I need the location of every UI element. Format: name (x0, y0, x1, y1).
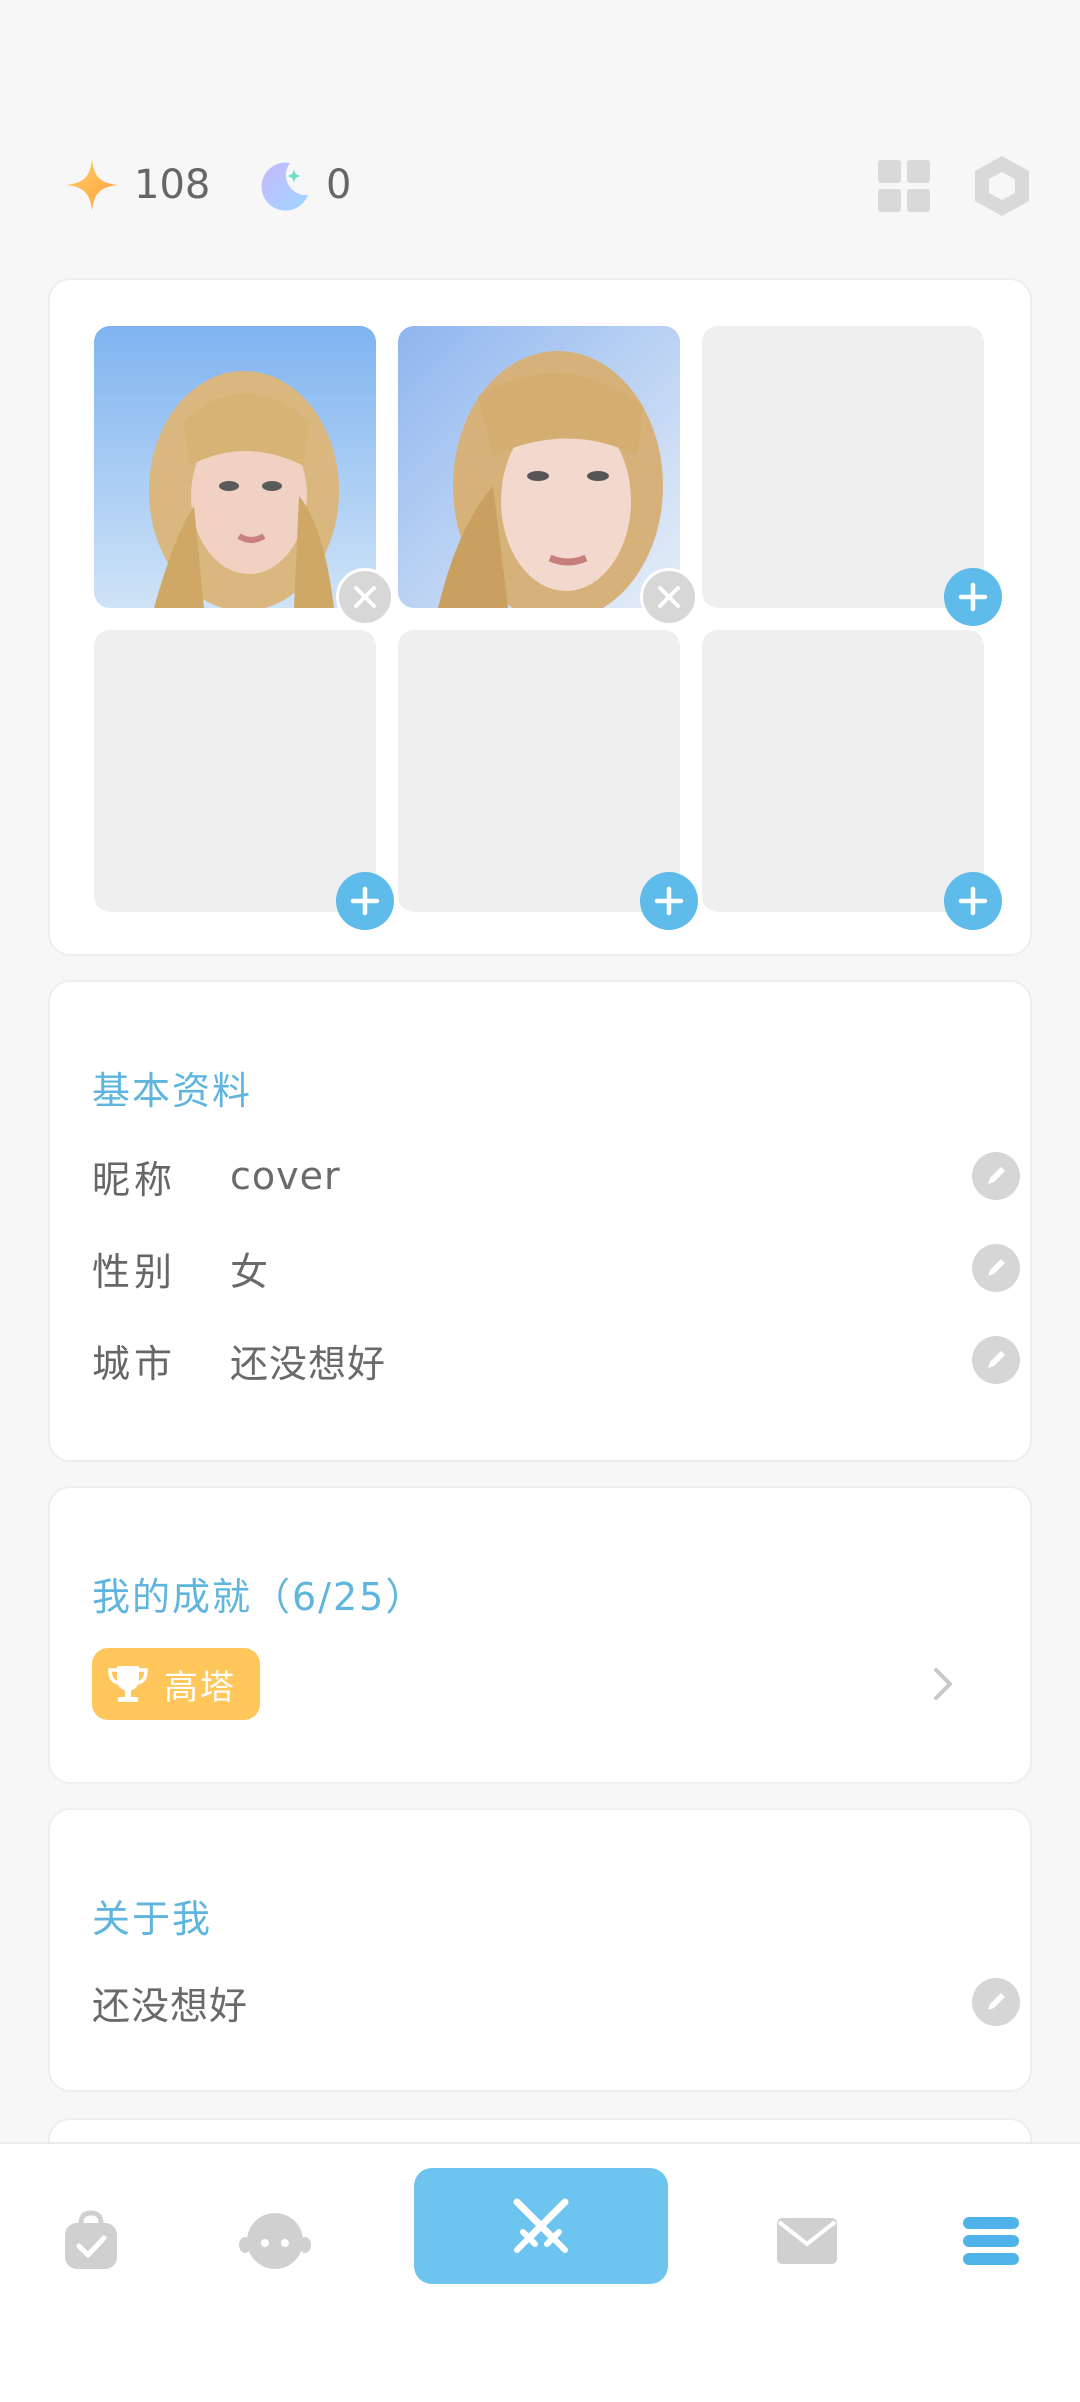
mail-icon (777, 2218, 837, 2264)
bottom-navigation (0, 2142, 1080, 2402)
pencil-icon (988, 1993, 1005, 2010)
photo-slot-1[interactable] (94, 326, 394, 626)
photo-slot-2[interactable] (398, 326, 698, 626)
remove-photo-button[interactable] (336, 568, 394, 626)
info-row-city[interactable]: 城市 还没想好 (92, 1330, 1020, 1390)
edit-button[interactable] (972, 1244, 1020, 1292)
close-icon (658, 586, 680, 608)
info-value: cover (230, 1154, 341, 1198)
info-value: 还没想好 (230, 1341, 387, 1386)
info-row-gender[interactable]: 性别 女 (92, 1238, 1020, 1298)
add-photo-button[interactable] (640, 872, 698, 930)
photo-slot-3[interactable] (702, 326, 1002, 626)
edit-button[interactable] (972, 1978, 1020, 2026)
close-icon (354, 586, 376, 608)
about-title: 关于我 (92, 1897, 213, 1941)
about-text: 还没想好 (92, 1983, 249, 2028)
nav-item-bag[interactable] (46, 2196, 136, 2286)
info-label: 城市 (92, 1341, 177, 1386)
achievement-badge-label: 高塔 (164, 1667, 236, 1708)
achievements-card[interactable] (48, 1486, 1032, 1784)
remove-photo-button[interactable] (640, 568, 698, 626)
moons-stat[interactable]: 0 (256, 140, 351, 230)
stars-count: 108 (134, 162, 211, 208)
edit-button[interactable] (972, 1336, 1020, 1384)
pencil-icon (988, 1167, 1005, 1184)
chevron-right-icon[interactable] (928, 1664, 956, 1704)
top-bar: 108 0 (0, 140, 1080, 230)
nav-item-mail[interactable] (762, 2196, 852, 2286)
nav-item-battle[interactable] (414, 2168, 668, 2284)
photo-slot-4[interactable] (94, 630, 394, 930)
pencil-icon (988, 1259, 1005, 1276)
plus-icon (654, 886, 684, 916)
plus-icon (350, 886, 380, 916)
nav-item-menu[interactable] (946, 2196, 1036, 2286)
moon-icon (261, 162, 308, 211)
add-photo-button[interactable] (336, 872, 394, 930)
bag-check-icon (65, 2210, 117, 2269)
photo-slot-6[interactable] (702, 630, 1002, 930)
face-icon (239, 2213, 311, 2269)
profile-photo-1 (94, 326, 376, 608)
add-photo-button[interactable] (944, 568, 1002, 626)
photo-grid-card (48, 278, 1032, 956)
basic-info-title: 基本资料 (92, 1069, 253, 1113)
photo-slot-5[interactable] (398, 630, 698, 930)
plus-icon (958, 582, 988, 612)
info-label: 昵称 (92, 1157, 177, 1202)
crossed-swords-icon (513, 2198, 569, 2253)
add-photo-button[interactable] (944, 872, 1002, 930)
hexagon-settings-icon[interactable] (972, 154, 1032, 218)
edit-button[interactable] (972, 1152, 1020, 1200)
star-icon (66, 159, 118, 211)
nav-item-face[interactable] (230, 2196, 320, 2286)
info-row-nickname[interactable]: 昵称 cover (92, 1146, 1020, 1206)
plus-icon (958, 886, 988, 916)
about-card (48, 1808, 1032, 2092)
profile-photo-2 (398, 326, 680, 608)
moons-count: 0 (326, 162, 352, 208)
achievements-title: 我的成就（6/25） (92, 1575, 426, 1619)
stars-stat[interactable]: 108 (64, 140, 210, 230)
info-value: 女 (230, 1249, 270, 1294)
about-row[interactable]: 还没想好 (92, 1972, 1020, 2032)
info-label: 性别 (92, 1249, 177, 1294)
pencil-icon (988, 1351, 1005, 1368)
menu-icon (963, 2217, 1019, 2265)
grid-icon[interactable] (876, 158, 932, 214)
trophy-icon (108, 1666, 148, 1702)
achievement-badge[interactable]: 高塔 (92, 1648, 260, 1720)
